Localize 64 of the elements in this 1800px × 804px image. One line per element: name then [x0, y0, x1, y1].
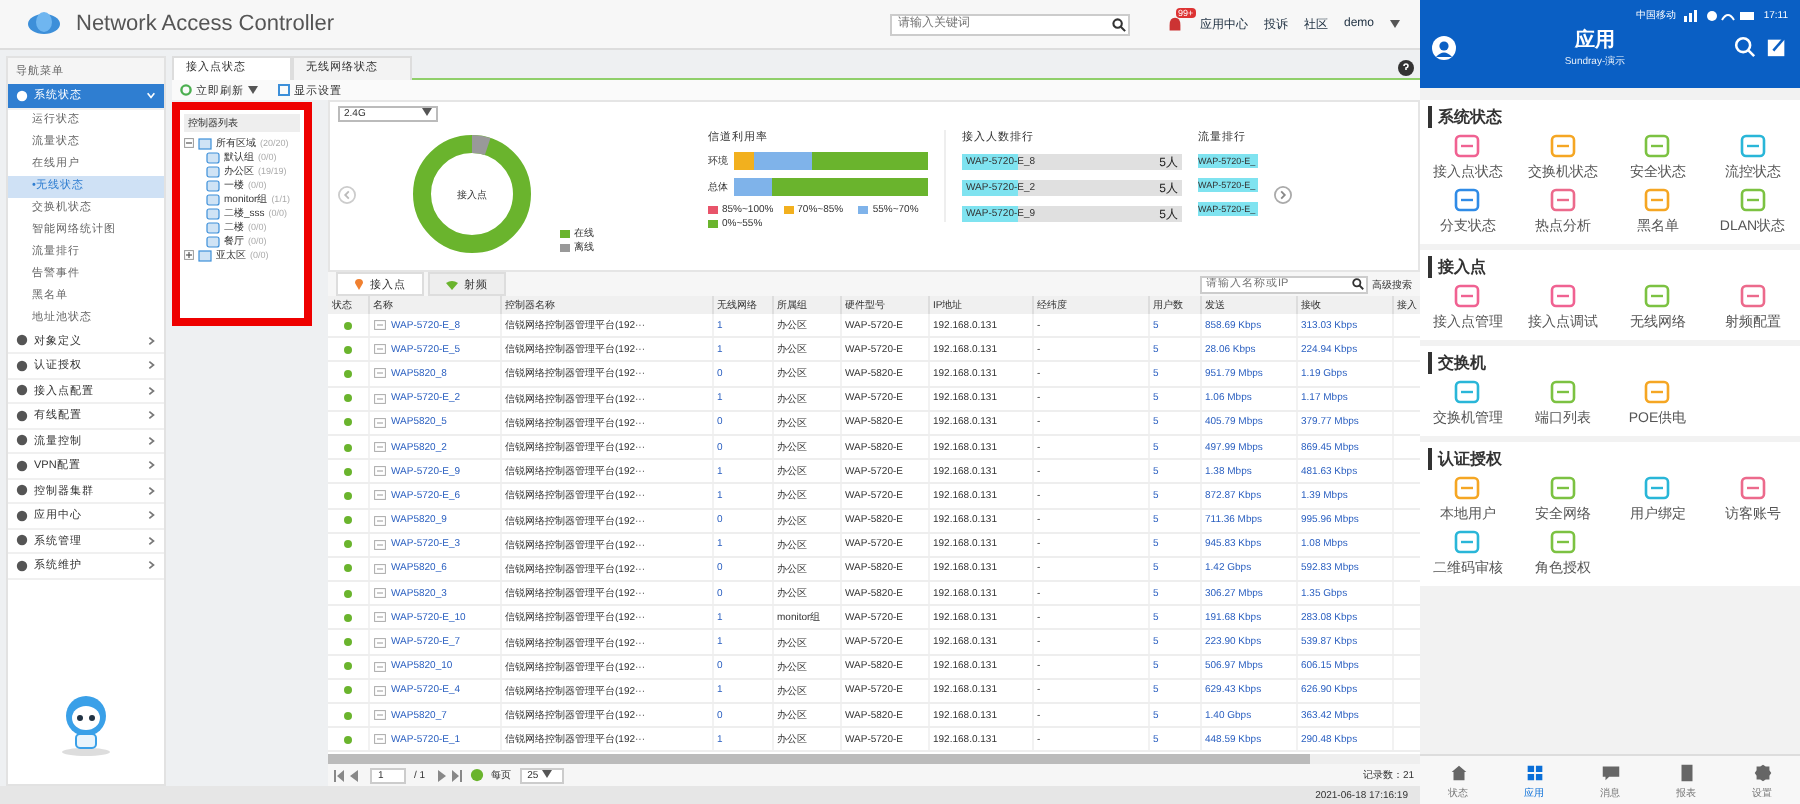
help-icon[interactable] — [1398, 59, 1414, 75]
device-icon — [373, 612, 385, 623]
settings-icon — [1751, 761, 1773, 783]
dot-icon — [16, 89, 28, 102]
dot-icon — [16, 359, 28, 372]
section-title: 认证授权 — [1428, 448, 1800, 470]
device-icon — [373, 710, 385, 721]
device-icon — [373, 320, 385, 331]
dot-icon — [16, 334, 28, 347]
device-icon — [373, 685, 385, 696]
first-prev-arrows-icon[interactable] — [334, 769, 362, 781]
caret-icon[interactable] — [1390, 20, 1400, 28]
grid-icon — [1523, 761, 1545, 783]
device-icon — [373, 466, 385, 477]
section-title: 系统状态 — [1428, 106, 1800, 128]
network-icon — [198, 137, 212, 149]
device-icon — [373, 442, 385, 453]
caret-icon — [541, 769, 552, 777]
status-icons-drawing — [1683, 9, 1756, 21]
device-icon — [373, 563, 385, 574]
dot-icon — [16, 509, 28, 522]
section-title: 交换机 — [1428, 352, 1800, 374]
dot-icon — [16, 534, 28, 547]
caret-icon — [248, 86, 258, 94]
logo-icon — [28, 12, 60, 36]
device-icon — [373, 344, 385, 355]
device-icon — [373, 734, 385, 745]
dot-icon — [16, 559, 28, 572]
dot-icon — [16, 459, 28, 472]
toggle-icon[interactable] — [184, 250, 194, 260]
dot-icon — [16, 434, 28, 447]
device-icon — [373, 490, 385, 501]
toggle-icon[interactable] — [184, 138, 194, 148]
app-title: Network Access Controller — [76, 12, 334, 36]
dot-icon — [16, 384, 28, 397]
device-icon — [373, 661, 385, 672]
screen-title: 应用 — [1573, 26, 1617, 54]
search-icon — [1111, 17, 1126, 31]
robot-mascot-drawing — [56, 692, 116, 756]
device-icon — [373, 539, 385, 550]
pin-icon — [354, 278, 364, 290]
dot-icon — [16, 409, 28, 422]
next-last-arrows-icon[interactable] — [433, 769, 462, 781]
wifi-icon — [446, 279, 458, 289]
device-icon — [373, 417, 385, 428]
device-icon — [373, 637, 385, 648]
avatar-icon[interactable] — [1432, 35, 1456, 59]
device-icon — [373, 588, 385, 599]
section-title: 接入点 — [1428, 256, 1800, 278]
device-icon — [373, 368, 385, 379]
device-icon — [373, 393, 385, 404]
dot-icon — [16, 484, 28, 497]
chat-icon — [1599, 761, 1621, 783]
caret-icon — [422, 108, 432, 116]
bell-icon[interactable] — [1165, 15, 1184, 33]
search-icon — [1352, 278, 1364, 290]
home-icon — [1447, 761, 1469, 783]
next-arrow-icon[interactable] — [1274, 185, 1292, 203]
search-icon[interactable] — [1734, 36, 1756, 58]
horizontal-scrollbar[interactable] — [328, 754, 1420, 764]
edit-icon[interactable] — [1766, 36, 1788, 58]
donut-chart-drawing — [412, 134, 532, 254]
network-icon — [198, 249, 212, 261]
device-icon — [373, 515, 385, 526]
